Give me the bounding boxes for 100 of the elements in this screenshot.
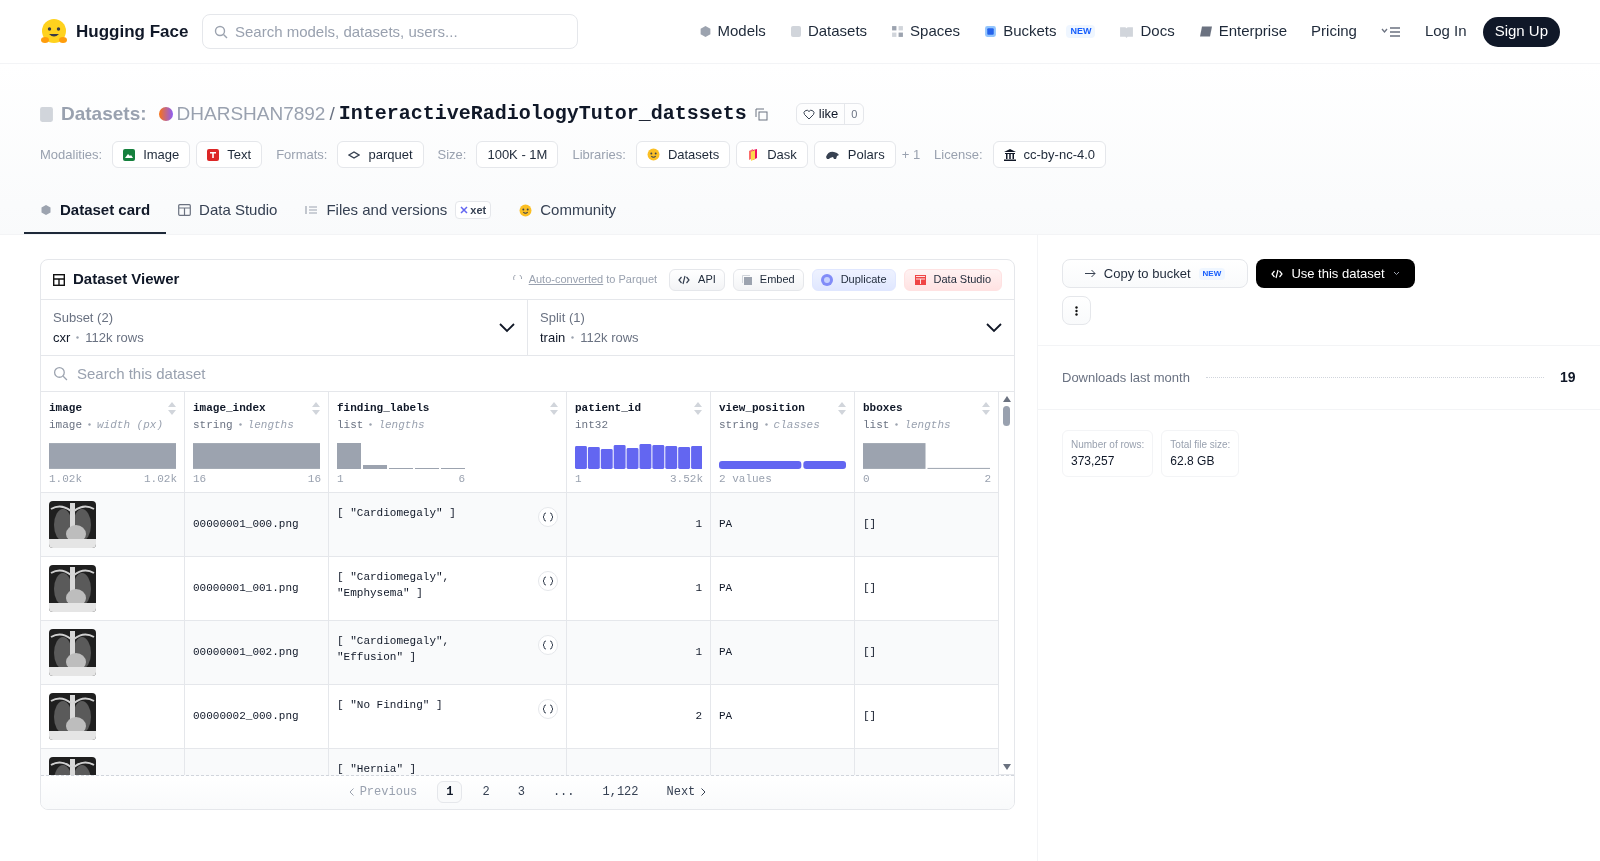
json-icon[interactable] <box>538 570 558 591</box>
table-cell-text: PA <box>719 644 733 660</box>
copy-icon[interactable] <box>754 107 768 121</box>
json-icon[interactable] <box>538 506 558 527</box>
separator-dot-icon <box>238 423 242 427</box>
column-type: int32 <box>575 417 608 433</box>
menu-icon[interactable] <box>1380 25 1401 38</box>
new-badge: NEW <box>1066 24 1096 39</box>
tag-chip[interactable]: 100K - 1M <box>476 141 559 168</box>
tag-chip[interactable]: cc-by-nc-4.0 <box>992 141 1107 168</box>
scrollbar-thumb[interactable] <box>1003 406 1010 426</box>
image-icon <box>123 148 136 161</box>
stat-card: Total file size: 62.8 GB <box>1161 430 1240 477</box>
column-name: patient_id <box>575 401 641 416</box>
table-cell-text: 00000001_000.png <box>193 516 299 532</box>
signup-button[interactable]: Sign Up <box>1482 16 1560 47</box>
separator-dot-icon <box>764 423 768 427</box>
nav-link[interactable]: Models <box>698 20 766 43</box>
logo-icon[interactable] <box>40 17 68 46</box>
use-dataset-button[interactable]: Use this dataset <box>1256 259 1415 288</box>
chevron-down-icon <box>499 322 515 333</box>
repo-name[interactable]: InteractiveRadiologyTutor_datssets <box>338 99 747 129</box>
viewer-action-button[interactable]: Embed <box>732 268 804 291</box>
like-button[interactable]: like <box>796 104 846 124</box>
nav-link[interactable]: Pricing <box>1311 20 1357 43</box>
table-cell-text: [] <box>863 708 877 724</box>
circle-icon <box>820 273 833 286</box>
brand-name[interactable]: Hugging Face <box>76 18 189 45</box>
nav-link[interactable]: Buckets NEW <box>984 20 1096 43</box>
table-cell-text: 1 <box>695 580 702 596</box>
tag-chip[interactable]: Datasets <box>635 141 731 168</box>
viewer-action-button[interactable]: Data Studio <box>903 268 1002 291</box>
range-min: 1.02k <box>49 472 82 487</box>
scroll-up-icon[interactable] <box>1002 396 1011 402</box>
tag-chip[interactable]: parquet <box>337 141 424 168</box>
table-cell-text: 00000002_000.png <box>193 708 299 724</box>
bear-icon <box>824 149 840 160</box>
list-icon <box>305 204 319 216</box>
page-link[interactable]: 1 <box>437 781 463 803</box>
range-min: 2 values <box>719 472 772 487</box>
table-cell-text: 00000001_002.png <box>193 644 299 660</box>
table-cell-text: 2 <box>695 708 702 724</box>
viewer-action-button[interactable]: API <box>669 268 725 291</box>
page-link[interactable]: 1,122 <box>594 781 647 803</box>
book-icon <box>1119 25 1135 38</box>
nav-link[interactable]: Datasets <box>789 20 868 43</box>
table-cell-text: [ "Cardiomegaly" ] <box>337 505 457 521</box>
repo-type: Datasets: <box>61 101 147 126</box>
json-icon[interactable] <box>538 698 558 719</box>
cube-icon <box>698 25 712 38</box>
tab[interactable]: Dataset card <box>24 188 167 234</box>
json-icon[interactable] <box>538 634 558 655</box>
table-icon <box>914 274 926 285</box>
search-icon <box>214 25 228 39</box>
scroll-down-icon[interactable] <box>1002 763 1011 770</box>
bank-icon <box>1003 148 1016 161</box>
range-min: 1 <box>337 472 344 487</box>
dataset-search-field[interactable]: Search this dataset <box>41 356 1014 391</box>
viewer-action-button[interactable]: Duplicate <box>811 268 896 291</box>
subset-dropdown[interactable]: Split (1) train 112k rows <box>528 300 1014 355</box>
search-field[interactable]: Search models, datasets, users... <box>202 14 578 49</box>
chevron-right-icon <box>701 788 707 796</box>
tag-chip[interactable]: Text <box>196 141 263 168</box>
code-icon <box>1271 268 1284 279</box>
table-cell-text: [ "No Finding" ] <box>337 697 444 713</box>
nav-link[interactable]: Spaces <box>891 20 961 43</box>
tag-category-label: License: <box>934 145 983 164</box>
tag-chip[interactable]: Dask <box>736 141 808 168</box>
range-max: 2 <box>984 472 991 487</box>
column-type: list <box>863 417 890 433</box>
nav-link[interactable]: Docs <box>1119 20 1175 43</box>
tag-chip[interactable]: Image <box>112 141 191 168</box>
avatar-icon <box>158 107 173 121</box>
table-cell-text: [] <box>863 644 877 660</box>
viewer-title: Dataset Viewer <box>73 269 180 290</box>
table-cell-text: PA <box>719 516 733 532</box>
more-options-button[interactable] <box>1062 296 1091 325</box>
page-link[interactable]: 2 <box>474 781 498 803</box>
range-min: 1 <box>575 472 582 487</box>
column-name: image_index <box>193 401 266 416</box>
text-icon <box>207 148 220 161</box>
tag-chip[interactable]: Polars <box>813 141 896 168</box>
separator-dot-icon <box>88 423 91 427</box>
downloads-label: Downloads last month <box>1062 368 1190 387</box>
page-link[interactable]: ... <box>544 781 583 803</box>
login-link[interactable]: Log In <box>1424 20 1467 43</box>
nav-link[interactable]: Enterprise <box>1198 20 1288 43</box>
next-link[interactable]: Next <box>658 783 715 801</box>
chevron-left-icon <box>348 788 354 796</box>
stripes-icon <box>747 148 760 161</box>
separator-dot-icon <box>571 335 575 339</box>
copy-to-bucket-button[interactable]: Copy to bucket NEW <box>1062 259 1248 288</box>
range-max: 16 <box>307 472 321 487</box>
table-cell-text: [ "Hernia" ] <box>337 761 418 775</box>
page-link[interactable]: 3 <box>509 781 533 803</box>
code-icon <box>678 274 691 285</box>
layers-icon <box>348 149 361 160</box>
column-stat: lengths <box>378 417 425 433</box>
subset-dropdown[interactable]: Subset (2) cxr 112k rows <box>41 300 528 355</box>
range-max: 1.02k <box>144 472 177 487</box>
